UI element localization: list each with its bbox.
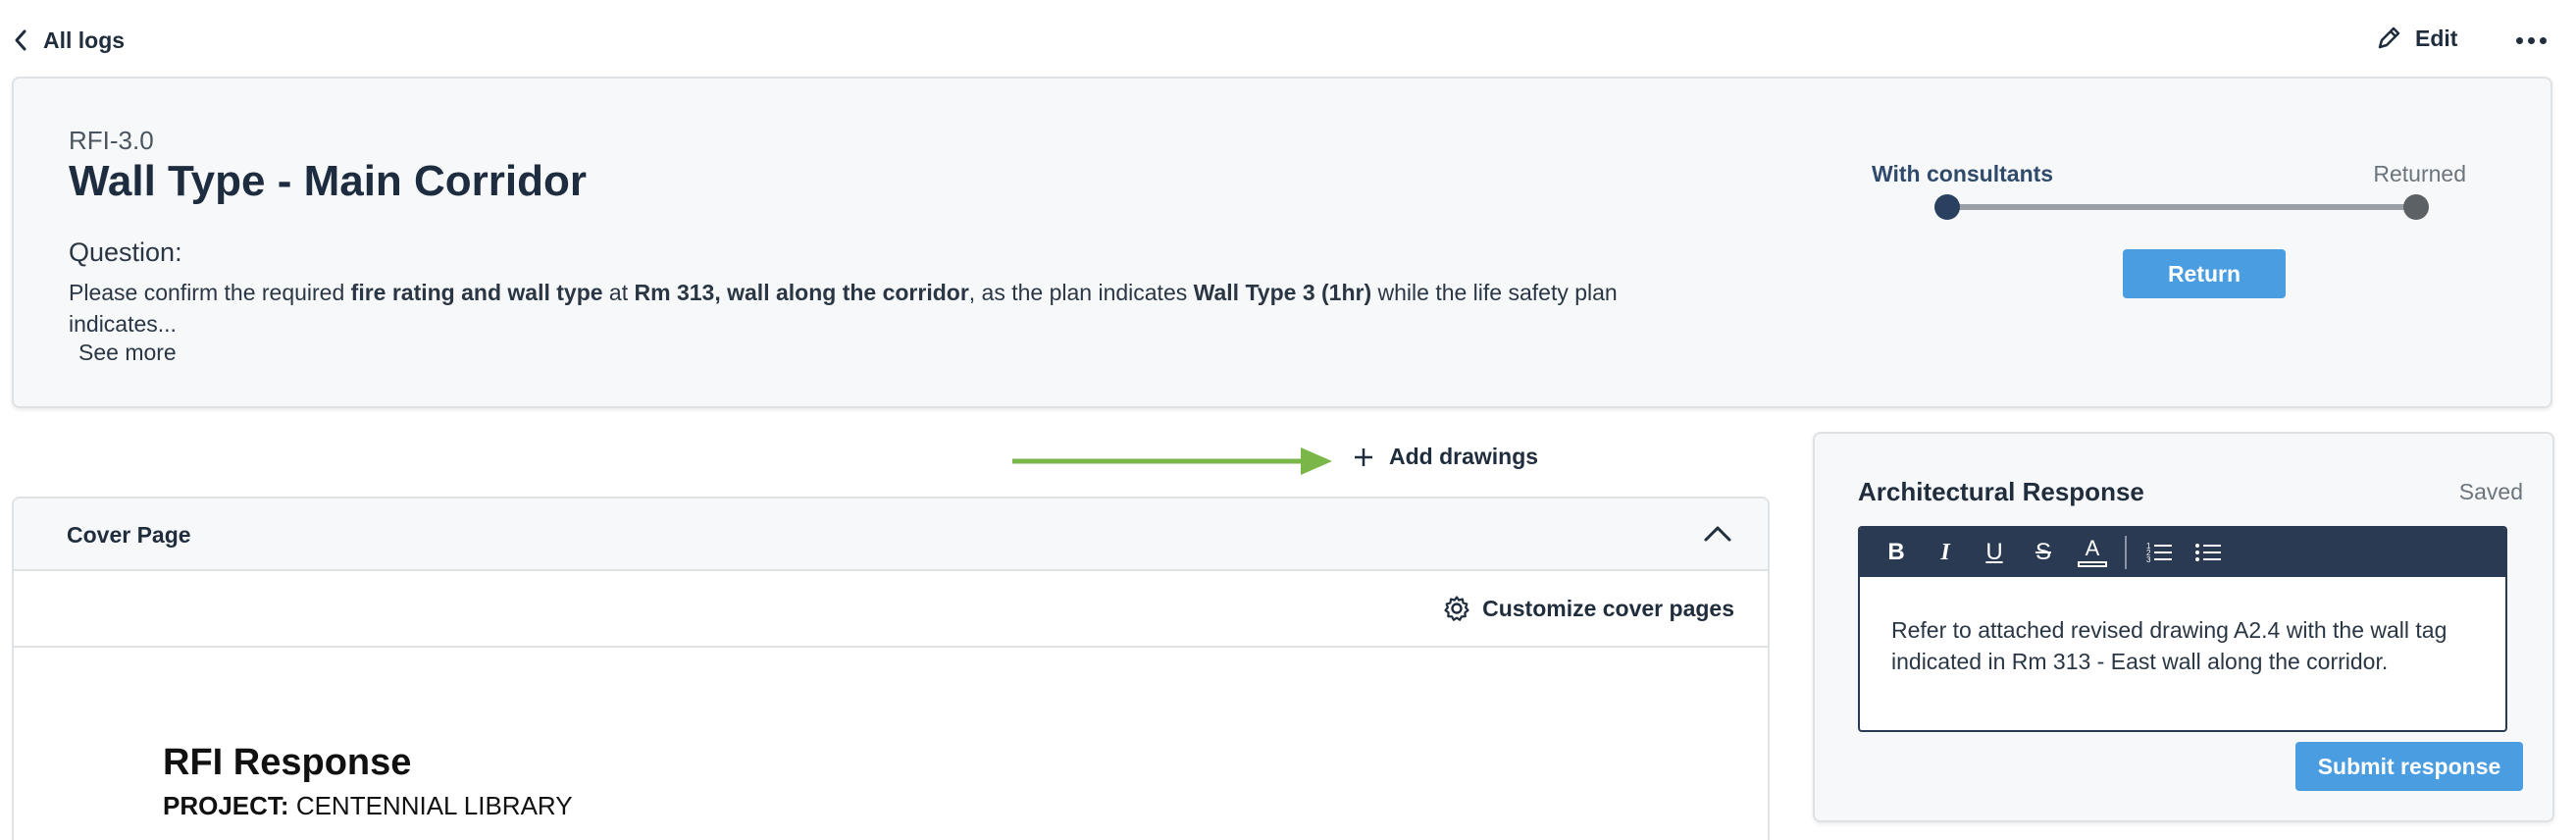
response-editor[interactable]: B I U S A 1 2 3 Refer to attached revise… — [1858, 526, 2507, 732]
dot — [2527, 36, 2535, 44]
see-more-link[interactable]: See more — [78, 340, 177, 366]
bold-icon[interactable]: B — [1872, 528, 1921, 577]
more-options-button[interactable] — [2511, 24, 2550, 57]
gear-icon — [1444, 596, 1469, 621]
customize-row: Customize cover pages — [14, 571, 1768, 648]
add-drawings-label: Add drawings — [1389, 444, 1539, 469]
status-tracker: With consultants Returned Return — [1858, 120, 2486, 298]
rfi-number: RFI-3.0 — [69, 126, 154, 155]
status-next-label: Returned — [2373, 161, 2466, 186]
top-bar: All logs Edit — [0, 0, 2576, 82]
editor-toolbar: B I U S A 1 2 3 — [1860, 528, 2505, 577]
status-track — [1952, 204, 2411, 210]
edit-button[interactable]: Edit — [2374, 24, 2457, 53]
bulleted-list-icon[interactable] — [2184, 528, 2233, 577]
status-current-label: With consultants — [1872, 161, 2054, 186]
architectural-response-card: Architectural Response Saved B I U S A 1… — [1813, 432, 2554, 822]
cover-page-panel: Cover Page Customize cover pages RFI Res… — [12, 497, 1770, 840]
document-project: PROJECT: CENTENNIAL LIBRARY — [163, 791, 573, 821]
project-name: CENTENNIAL LIBRARY — [295, 791, 573, 820]
back-to-all-logs-link[interactable]: All logs — [12, 26, 125, 55]
svg-text:3: 3 — [2146, 555, 2151, 564]
question-text: Please confirm the required fire rating … — [69, 277, 1717, 340]
text-color-icon[interactable]: A — [2068, 528, 2117, 577]
chevron-up-icon[interactable] — [1701, 518, 1734, 548]
question-segment: at — [602, 280, 635, 305]
add-drawings-button[interactable]: Add drawings — [1352, 444, 1538, 470]
question-segment: , as the plan indicates — [968, 280, 1194, 305]
dot — [2515, 36, 2523, 44]
customize-cover-pages-label: Customize cover pages — [1482, 595, 1734, 621]
dot — [2539, 36, 2547, 44]
question-label: Question: — [69, 237, 182, 267]
italic-icon[interactable]: I — [1921, 528, 1970, 577]
question-segment: fire rating and wall type — [350, 280, 603, 305]
save-status: Saved — [2458, 479, 2523, 504]
edit-button-label: Edit — [2415, 25, 2458, 51]
question-segment: Wall Type 3 (1hr) — [1193, 280, 1372, 305]
customize-cover-pages-button[interactable]: Customize cover pages — [1443, 595, 1734, 622]
toolbar-divider — [2125, 536, 2127, 569]
plus-icon — [1355, 447, 1372, 466]
back-link-label: All logs — [43, 26, 126, 53]
response-editor-text[interactable]: Refer to attached revised drawing A2.4 w… — [1860, 577, 2505, 677]
chevron-left-icon — [15, 29, 26, 51]
rfi-title: Wall Type - Main Corridor — [69, 157, 588, 205]
response-title: Architectural Response — [1858, 477, 2144, 506]
status-current-dot — [1934, 194, 1960, 220]
underline-icon[interactable]: U — [1970, 528, 2019, 577]
question-segment: Please confirm the required — [69, 280, 351, 305]
annotation-arrow — [1012, 447, 1332, 475]
return-button[interactable]: Return — [2123, 249, 2286, 298]
submit-response-button[interactable]: Submit response — [2295, 742, 2523, 791]
numbered-list-icon-svg: 1 2 3 — [2146, 542, 2172, 564]
strikethrough-icon[interactable]: S — [2019, 528, 2068, 577]
bulleted-list-icon-svg — [2195, 544, 2221, 561]
cover-page-header[interactable]: Cover Page — [14, 499, 1768, 571]
rfi-header-card: RFI-3.0 Wall Type - Main Corridor Questi… — [12, 77, 2552, 408]
pencil-icon — [2378, 26, 2400, 49]
document-title: RFI Response — [163, 742, 412, 783]
text-color-glyph: A — [2085, 536, 2100, 560]
project-label: PROJECT: — [163, 791, 289, 820]
text-color-swatch — [2078, 561, 2107, 567]
status-next-dot — [2403, 194, 2429, 220]
question-segment: Rm 313, wall along the corridor — [634, 280, 969, 305]
cover-page-title: Cover Page — [67, 522, 191, 548]
numbered-list-icon[interactable]: 1 2 3 — [2135, 528, 2184, 577]
